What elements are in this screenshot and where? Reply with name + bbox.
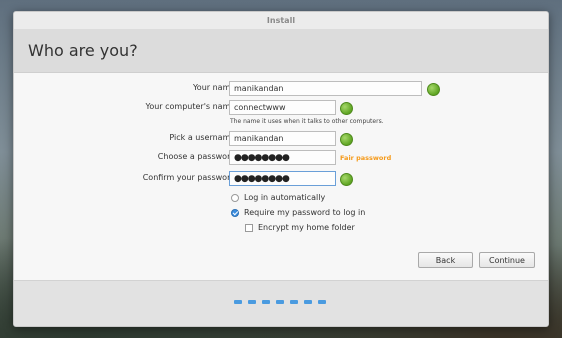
form-area: Your name: manikandan Your computer's na… xyxy=(14,73,548,282)
username-label: Pick a username: xyxy=(169,133,238,142)
computer-name-ok-icon xyxy=(340,102,353,115)
progress-step xyxy=(276,300,284,304)
progress-step xyxy=(262,300,270,304)
progress-step xyxy=(304,300,312,304)
back-button[interactable]: Back xyxy=(418,252,473,268)
auto-login-option[interactable]: Log in automatically xyxy=(231,193,325,202)
username-ok-icon xyxy=(340,133,353,146)
continue-button[interactable]: Continue xyxy=(479,252,535,268)
page-title: Who are you? xyxy=(28,41,138,60)
auto-login-radio[interactable] xyxy=(231,193,239,202)
require-password-radio[interactable] xyxy=(231,208,239,217)
progress-step xyxy=(318,300,326,304)
encrypt-home-option[interactable]: Encrypt my home folder xyxy=(245,223,355,232)
require-password-option[interactable]: Require my password to log in xyxy=(231,208,365,217)
window-title: Install xyxy=(14,12,548,29)
computer-name-field[interactable]: connectwww xyxy=(229,100,336,115)
installer-window: Install Who are you? Your name: manikand… xyxy=(13,11,549,327)
name-label: Your name: xyxy=(192,83,238,92)
password-field[interactable]: ●●●●●●●● xyxy=(229,150,336,165)
progress-step xyxy=(248,300,256,304)
confirm-password-label: Confirm your password: xyxy=(142,173,238,182)
progress-step xyxy=(290,300,298,304)
encrypt-home-checkbox[interactable] xyxy=(245,223,253,232)
computer-name-label: Your computer's name: xyxy=(145,102,239,111)
computer-name-hint: The name it uses when it talks to other … xyxy=(230,118,384,125)
username-field[interactable]: manikandan xyxy=(229,131,336,146)
confirm-password-ok-icon xyxy=(340,173,353,186)
progress-step xyxy=(234,300,242,304)
footer xyxy=(14,280,548,326)
password-strength: Fair password xyxy=(340,154,392,162)
page-header: Who are you? xyxy=(14,29,548,73)
name-ok-icon xyxy=(427,83,440,96)
confirm-password-field[interactable]: ●●●●●●●● xyxy=(229,171,336,186)
password-label: Choose a password: xyxy=(157,152,238,161)
progress-indicator xyxy=(234,300,332,304)
name-field[interactable]: manikandan xyxy=(229,81,422,96)
